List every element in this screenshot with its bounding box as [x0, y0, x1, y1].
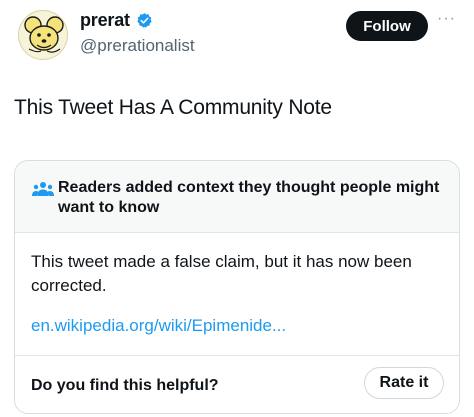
helpful-question: Do you find this helpful? [31, 377, 219, 394]
community-note-source-link[interactable]: en.wikipedia.org/wiki/Epimenide... [31, 316, 286, 336]
avatar[interactable] [18, 10, 68, 60]
community-note-body: This tweet made a false claim, but it ha… [31, 252, 412, 295]
more-options-icon[interactable]: ··· [437, 10, 456, 28]
rate-it-button[interactable]: Rate it [364, 367, 444, 399]
mouse-avatar-icon [24, 16, 64, 53]
verified-badge-icon [137, 13, 152, 28]
follow-button[interactable]: Follow [346, 11, 428, 41]
community-note-footer: Do you find this helpful? Rate it [15, 355, 459, 413]
display-name[interactable]: prerat [80, 10, 130, 31]
author-name-row: prerat [80, 10, 153, 31]
tweet-text: This Tweet Has A Community Note [14, 96, 332, 119]
community-note-header: Readers added context they thought peopl… [15, 161, 459, 233]
community-note-card: Readers added context they thought peopl… [14, 160, 460, 414]
community-note-title: Readers added context they thought peopl… [58, 179, 440, 216]
readers-icon [32, 182, 54, 196]
handle[interactable]: @prerationalist [80, 36, 195, 56]
